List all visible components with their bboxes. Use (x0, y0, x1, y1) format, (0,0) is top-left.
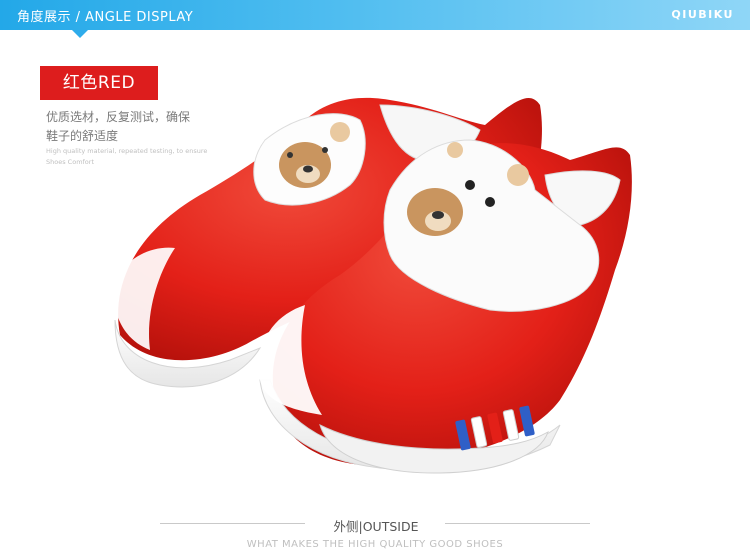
footer-tagline: WHAT MAKES THE HIGH QUALITY GOOD SHOES (246, 539, 504, 550)
divider-right (445, 523, 590, 524)
header-notch (72, 30, 88, 38)
header-bar: 角度展示 / ANGLE DISPLAY QIUBIKU (0, 0, 750, 30)
divider-left (160, 523, 305, 524)
brand-logo: QIUBIKU (671, 8, 734, 21)
view-label: 外侧|OUTSIDE (333, 519, 419, 534)
section-title: 角度展示 / ANGLE DISPLAY (17, 10, 194, 25)
product-photo (112, 97, 632, 474)
footer: 外侧|OUTSIDE WHAT MAKES THE HIGH QUALITY G… (0, 510, 750, 555)
